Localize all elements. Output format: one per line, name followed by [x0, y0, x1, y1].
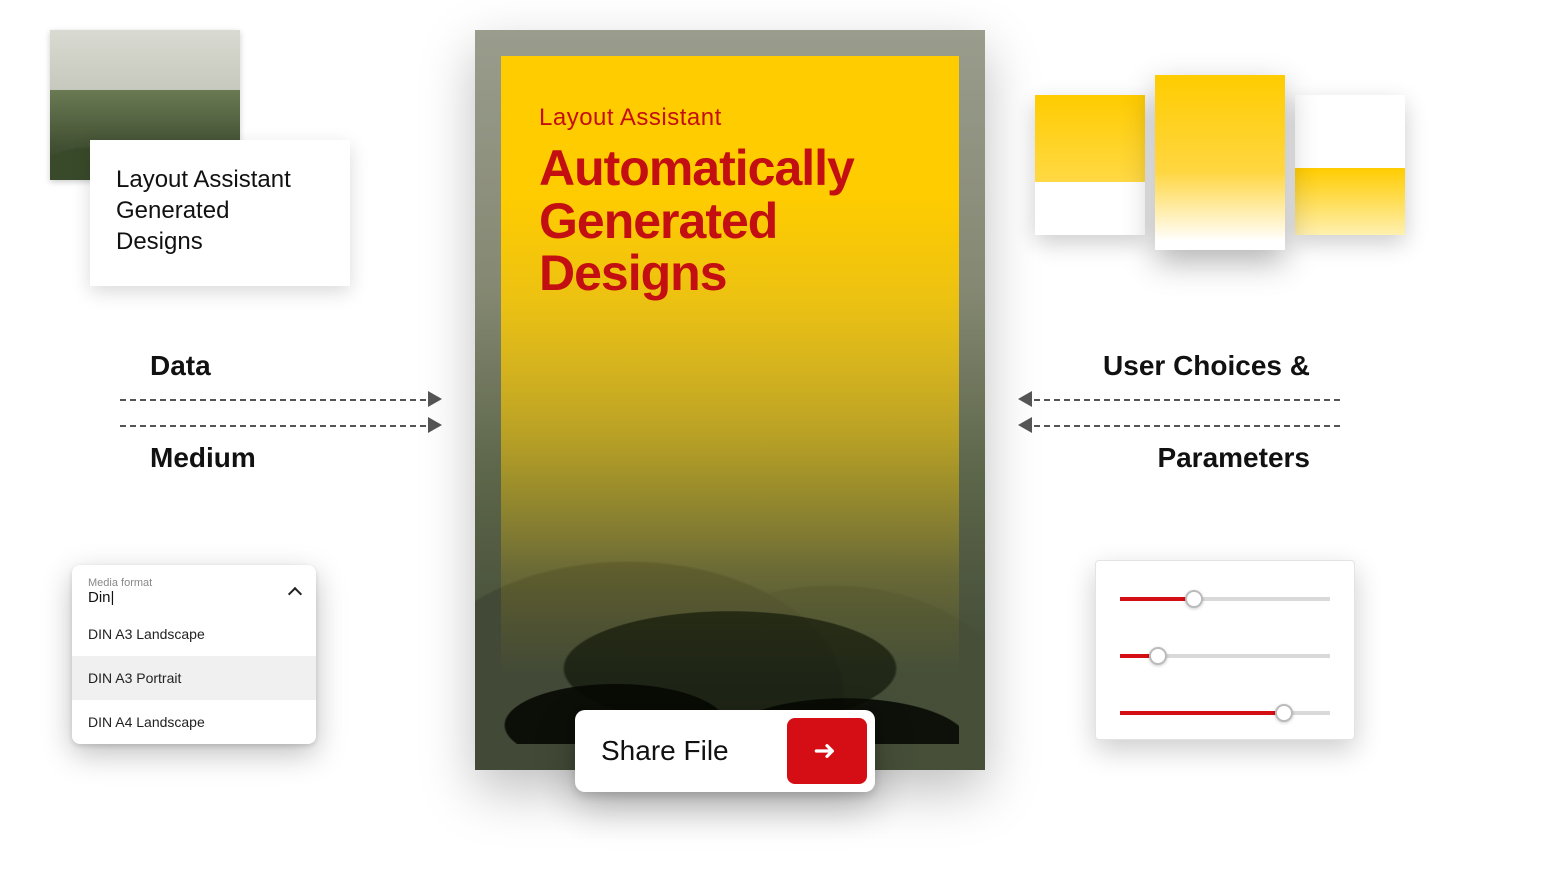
variant-thumbnail-selected[interactable]: [1155, 75, 1285, 250]
dropdown-option[interactable]: DIN A3 Landscape: [72, 612, 316, 656]
arrow-left-icon: [1020, 388, 1340, 410]
label-data: Data: [150, 350, 440, 382]
text-snippet-content: Layout Assistant Generated Designs: [116, 164, 324, 258]
dropdown-input-value[interactable]: Din|: [88, 589, 300, 606]
poster-title: Automatically Generated Designs: [539, 142, 921, 300]
generated-poster-preview: Layout Assistant Automatically Generated…: [475, 30, 985, 770]
layout-variants: [1035, 75, 1405, 255]
arrow-right-icon: [120, 388, 440, 410]
dropdown-header[interactable]: Media format Din|: [72, 565, 316, 612]
share-button[interactable]: [787, 718, 867, 784]
parameters-sliders-card: [1095, 560, 1355, 740]
variant-thumbnail[interactable]: [1295, 95, 1405, 235]
text-snippet-card: Layout Assistant Generated Designs: [90, 140, 350, 286]
arrow-right-icon: [120, 414, 440, 436]
share-file-label: Share File: [601, 735, 787, 767]
dropdown-option[interactable]: DIN A4 Landscape: [72, 700, 316, 744]
share-arrow-icon: [811, 735, 843, 767]
dropdown-field-label: Media format: [88, 577, 300, 589]
media-format-dropdown[interactable]: Media format Din| DIN A3 Landscape DIN A…: [72, 565, 316, 744]
label-user-choices: User Choices &: [1020, 350, 1310, 382]
poster-kicker: Layout Assistant: [539, 104, 921, 132]
share-file-control[interactable]: Share File: [575, 710, 875, 792]
label-medium: Medium: [150, 442, 440, 474]
parameter-slider[interactable]: [1120, 597, 1330, 601]
right-arrow-group: User Choices & Parameters: [1020, 350, 1340, 474]
arrow-left-icon: [1020, 414, 1340, 436]
left-arrow-group: Data Medium: [120, 350, 440, 474]
label-parameters: Parameters: [1020, 442, 1310, 474]
chevron-up-icon: [290, 589, 302, 601]
parameter-slider[interactable]: [1120, 711, 1330, 715]
parameter-slider[interactable]: [1120, 654, 1330, 658]
variant-thumbnail[interactable]: [1035, 95, 1145, 235]
dropdown-option[interactable]: DIN A3 Portrait: [72, 656, 316, 700]
